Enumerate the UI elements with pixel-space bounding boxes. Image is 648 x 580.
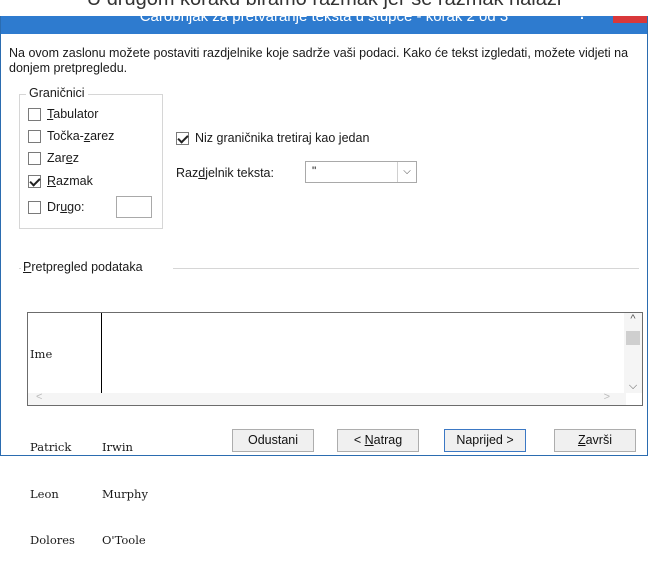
- delimiters-group-title: Graničnici: [26, 86, 88, 100]
- text-to-columns-dialog: Čarobnjak za pretvaranje teksta u stupce…: [0, 0, 648, 547]
- document-caption-strip: U drugom koraku biramo razmak jer se raz…: [0, 0, 648, 16]
- preview-data-table: Ime AnnaHill PatrickIrwin LeonMurphy Dol…: [30, 316, 148, 580]
- delimiter-tab-option[interactable]: Tabulator: [28, 105, 98, 123]
- document-caption: U drugom koraku biramo razmak jer se raz…: [0, 0, 648, 11]
- delimiter-other-input[interactable]: [116, 196, 152, 218]
- delimiter-tab-label: Tabulator: [47, 107, 99, 121]
- preview-row: Patrick Irwin: [30, 440, 133, 454]
- preview-horizontal-scrollbar[interactable]: < >: [28, 391, 626, 405]
- delimiters-group: Graničnici Tabulator Točka-zarez Zarez R…: [19, 86, 163, 229]
- data-preview-pane[interactable]: Ime AnnaHill PatrickIrwin LeonMurphy Dol…: [27, 312, 643, 547]
- preview-row: Dolores O'Toole: [30, 533, 146, 547]
- back-button[interactable]: < Natrag: [337, 429, 419, 452]
- delimiter-space-checkbox[interactable]: [28, 174, 41, 188]
- preview-divider: [173, 268, 639, 269]
- preview-title: Pretpregled podataka: [23, 260, 143, 274]
- treat-consecutive-checkbox[interactable]: [176, 131, 189, 145]
- delimiter-other-option[interactable]: Drugo:: [28, 198, 85, 216]
- treat-consecutive-option[interactable]: Niz graničnika tretiraj kao jedan: [176, 131, 369, 145]
- preview-divider: [19, 268, 21, 269]
- scroll-left-icon[interactable]: <: [36, 391, 42, 403]
- text-qualifier-select[interactable]: " ⌵: [305, 161, 417, 183]
- text-qualifier-label: Razdjelnik teksta:: [176, 166, 274, 180]
- cancel-button[interactable]: Odustani: [232, 429, 314, 452]
- delimiter-comma-label: Zarez: [47, 151, 79, 165]
- scroll-up-icon[interactable]: ^: [624, 313, 642, 325]
- preview-vertical-scrollbar[interactable]: ^ ⌵: [624, 313, 642, 393]
- preview-row: Ime: [30, 347, 53, 361]
- chevron-down-icon[interactable]: ⌵: [397, 162, 416, 182]
- next-button[interactable]: Naprijed >: [444, 429, 526, 452]
- delimiter-space-label: Razmak: [47, 174, 93, 188]
- column-break-line[interactable]: [101, 313, 102, 395]
- delimiter-other-checkbox[interactable]: [28, 200, 41, 214]
- delimiter-tab-checkbox[interactable]: [28, 107, 41, 121]
- delimiter-comma-checkbox[interactable]: [28, 151, 41, 165]
- scroll-down-icon[interactable]: ⌵: [624, 380, 642, 393]
- delimiter-semicolon-checkbox[interactable]: [28, 129, 41, 143]
- preview-row: Leon Murphy: [30, 486, 148, 501]
- scroll-right-icon[interactable]: >: [604, 391, 610, 403]
- delimiter-semicolon-label: Točka-zarez: [47, 129, 115, 143]
- treat-consecutive-label: Niz graničnika tretiraj kao jedan: [195, 131, 370, 145]
- delimiter-comma-option[interactable]: Zarez: [28, 149, 79, 167]
- dialog-intro-text: Na ovom zaslonu možete postaviti razdjel…: [9, 46, 629, 75]
- delimiter-space-option[interactable]: Razmak: [28, 172, 93, 190]
- text-qualifier-value: ": [312, 164, 317, 178]
- delimiter-other-label: Drugo:: [47, 200, 85, 214]
- finish-button[interactable]: Završi: [554, 429, 636, 452]
- delimiter-semicolon-option[interactable]: Točka-zarez: [28, 127, 114, 145]
- scroll-thumb[interactable]: [626, 331, 640, 345]
